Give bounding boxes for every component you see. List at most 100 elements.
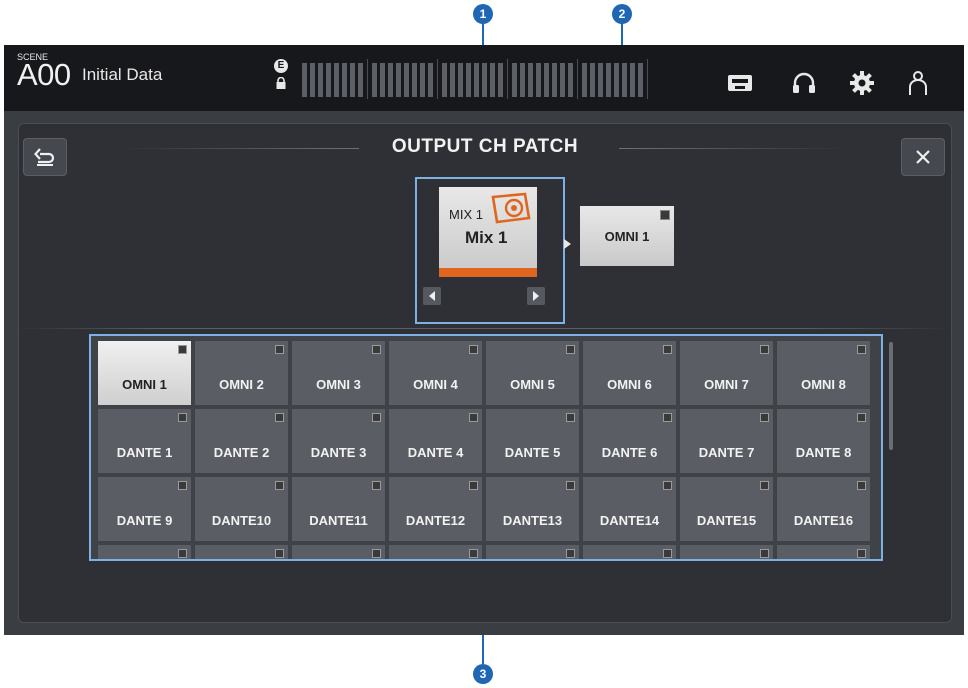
port-button[interactable]: DANTE 3 [292,409,385,473]
meter-bar [512,63,517,97]
scene-number[interactable]: A00 [17,57,71,93]
port-label: DANTE15 [696,513,757,528]
patch-indicator [760,413,769,422]
patch-indicator [663,481,672,490]
meter-bar [350,63,355,97]
patched-port-button[interactable]: OMNI 1 [580,206,674,266]
port-label: OMNI 3 [316,377,361,392]
meter-divider [437,59,438,99]
arrow-right-icon [533,291,539,301]
speaker-icon [491,192,531,224]
meter-bar [528,63,533,97]
meter-divider [367,59,368,99]
callout-2: 2 [612,4,632,24]
port-button[interactable] [98,545,191,559]
patch-indicator [857,345,866,354]
port-button[interactable]: OMNI 5 [486,341,579,405]
level-meters[interactable] [302,59,662,99]
meter-divider [647,59,648,99]
headphones-icon[interactable] [791,70,817,96]
port-button[interactable]: DANTE 6 [583,409,676,473]
meter-bar [552,63,557,97]
page-title: OUTPUT CH PATCH [391,136,579,157]
source-channel-id: MIX 1 [449,207,483,222]
port-button[interactable]: DANTE15 [680,477,773,541]
meter-bar [490,63,495,97]
port-button[interactable]: OMNI 4 [389,341,482,405]
port-button[interactable]: DANTE 2 [195,409,288,473]
port-select-grid[interactable]: OMNI 1 OMNI 2 OMNI 3 OMNI 4 OMNI 5 OMNI 6 OMNI… [89,334,883,561]
patch-indicator [857,549,866,558]
port-button[interactable] [680,545,773,559]
port-button[interactable] [292,545,385,559]
meter-bar [544,63,549,97]
port-button[interactable]: OMNI 1 [98,341,191,405]
mixer-screen: SCENE A00 Initial Data E OUTPUT CH PATCH… [4,45,964,635]
meter-bar [614,63,619,97]
port-label: DANTE 4 [407,445,464,460]
port-button[interactable]: DANTE 4 [389,409,482,473]
meter-bar [606,63,611,97]
port-button[interactable]: OMNI 7 [680,341,773,405]
port-button[interactable]: DANTE10 [195,477,288,541]
meter-bar [466,63,471,97]
port-label: OMNI 4 [413,377,458,392]
port-button[interactable]: DANTE11 [292,477,385,541]
port-label: DANTE13 [502,513,563,528]
patch-indicator [760,549,769,558]
next-channel-button[interactable] [527,287,545,305]
close-button[interactable] [901,138,945,176]
port-label: DANTE 7 [698,445,755,460]
meter-bar [474,63,479,97]
meter-bar [568,63,573,97]
port-button[interactable]: DANTE14 [583,477,676,541]
port-button[interactable]: DANTE12 [389,477,482,541]
callout-1: 1 [473,4,493,24]
port-button[interactable]: DANTE 9 [98,477,191,541]
top-bar: SCENE A00 Initial Data E [4,45,964,111]
port-button[interactable]: DANTE 5 [486,409,579,473]
port-grid-scrollbar[interactable] [889,342,893,450]
port-button[interactable]: DANTE 7 [680,409,773,473]
port-button[interactable]: OMNI 3 [292,341,385,405]
port-button[interactable]: OMNI 6 [583,341,676,405]
scene-name[interactable]: Initial Data [82,65,162,85]
patch-indicator [469,345,478,354]
port-button[interactable] [486,545,579,559]
port-label: DANTE10 [211,513,272,528]
meter-divider [507,59,508,99]
port-button[interactable]: DANTE 1 [98,409,191,473]
meter-bar [404,63,409,97]
port-button[interactable] [389,545,482,559]
recorder-icon[interactable] [727,70,753,96]
meter-bar [318,63,323,97]
port-label: OMNI 8 [801,377,846,392]
port-button[interactable]: DANTE16 [777,477,870,541]
port-button[interactable]: DANTE13 [486,477,579,541]
meter-bar [412,63,417,97]
patch-indicator [663,345,672,354]
port-label: DANTE11 [309,513,368,528]
meter-bar [582,63,587,97]
user-icon[interactable] [905,70,931,96]
patch-indicator [469,481,478,490]
port-button[interactable]: DANTE 8 [777,409,870,473]
port-label: OMNI 1 [122,377,167,392]
port-button[interactable]: OMNI 8 [777,341,870,405]
gear-icon[interactable] [849,70,875,96]
port-button[interactable] [777,545,870,559]
meter-bar [458,63,463,97]
port-button[interactable] [195,545,288,559]
meter-divider [577,59,578,99]
output-ch-patch-panel: OUTPUT CH PATCH MIX 1 Mix 1 OMNI 1 OMNI … [18,123,952,623]
e-badge-icon: E [274,59,288,73]
meter-bar [622,63,627,97]
port-button[interactable] [583,545,676,559]
port-label: DANTE12 [405,513,466,528]
patch-indicator [275,345,284,354]
port-button[interactable]: OMNI 2 [195,341,288,405]
port-label: DANTE 9 [116,513,173,528]
patch-indicator [275,549,284,558]
meter-bar [482,63,487,97]
prev-channel-button[interactable] [423,287,441,305]
